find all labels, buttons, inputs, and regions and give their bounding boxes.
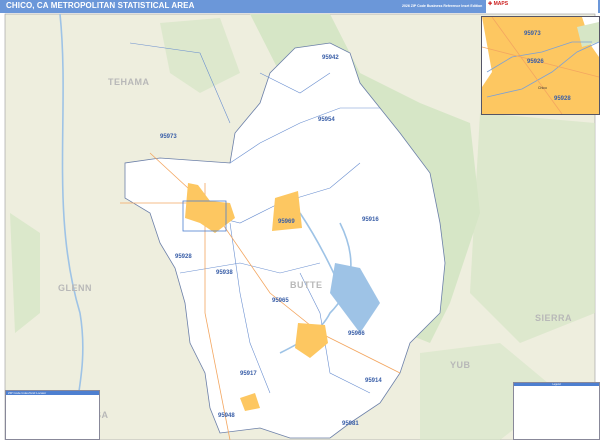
inset-canvas: 95973 95926 95928 Chico xyxy=(482,17,599,114)
inset-zip-label: 95928 xyxy=(554,96,571,102)
zip-label: 95954 xyxy=(318,117,335,123)
zip-label: 95973 xyxy=(160,134,177,140)
zip-label: 95969 xyxy=(278,219,295,225)
county-label: BUTTE xyxy=(290,280,323,290)
map-title: CHICO, CA METROPOLITAN STATISTICAL AREA xyxy=(6,1,195,10)
publisher-logo: ✚ MAPS xyxy=(486,0,598,13)
zip-index-table: ZIP Code Index/Grid Locator xyxy=(5,390,100,440)
zip-label: 95917 xyxy=(240,371,257,377)
zip-label: 95965 xyxy=(272,298,289,304)
chico-inset-map[interactable]: 95973 95926 95928 Chico xyxy=(481,16,600,115)
zip-index-title: ZIP Code Index/Grid Locator xyxy=(6,391,99,395)
edition-label: 2026 ZIP Code Business Reference Inset E… xyxy=(402,4,483,8)
zip-label: 95928 xyxy=(175,254,192,260)
county-label: YUB xyxy=(450,360,471,370)
zip-label: 95966 xyxy=(348,331,365,337)
zip-label: 95948 xyxy=(218,413,235,419)
legend-title: Legend xyxy=(514,383,599,386)
inset-city-label: Chico xyxy=(538,86,547,90)
county-label: GLENN xyxy=(58,283,92,293)
map-legend: Legend xyxy=(513,382,600,440)
inset-zip-label: 95973 xyxy=(524,31,541,37)
county-label: TEHAMA xyxy=(108,77,150,87)
logo-mark: ✚ MAPS xyxy=(488,1,509,7)
zip-label: 95981 xyxy=(342,421,359,427)
inset-zip-label: 95926 xyxy=(527,59,544,65)
title-bar: CHICO, CA METROPOLITAN STATISTICAL AREA … xyxy=(0,0,600,13)
zip-label: 95942 xyxy=(322,55,339,61)
zip-label: 95916 xyxy=(362,217,379,223)
county-label: SIERRA xyxy=(535,313,572,323)
zip-label: 95914 xyxy=(365,378,382,384)
zip-label: 95938 xyxy=(216,270,233,276)
